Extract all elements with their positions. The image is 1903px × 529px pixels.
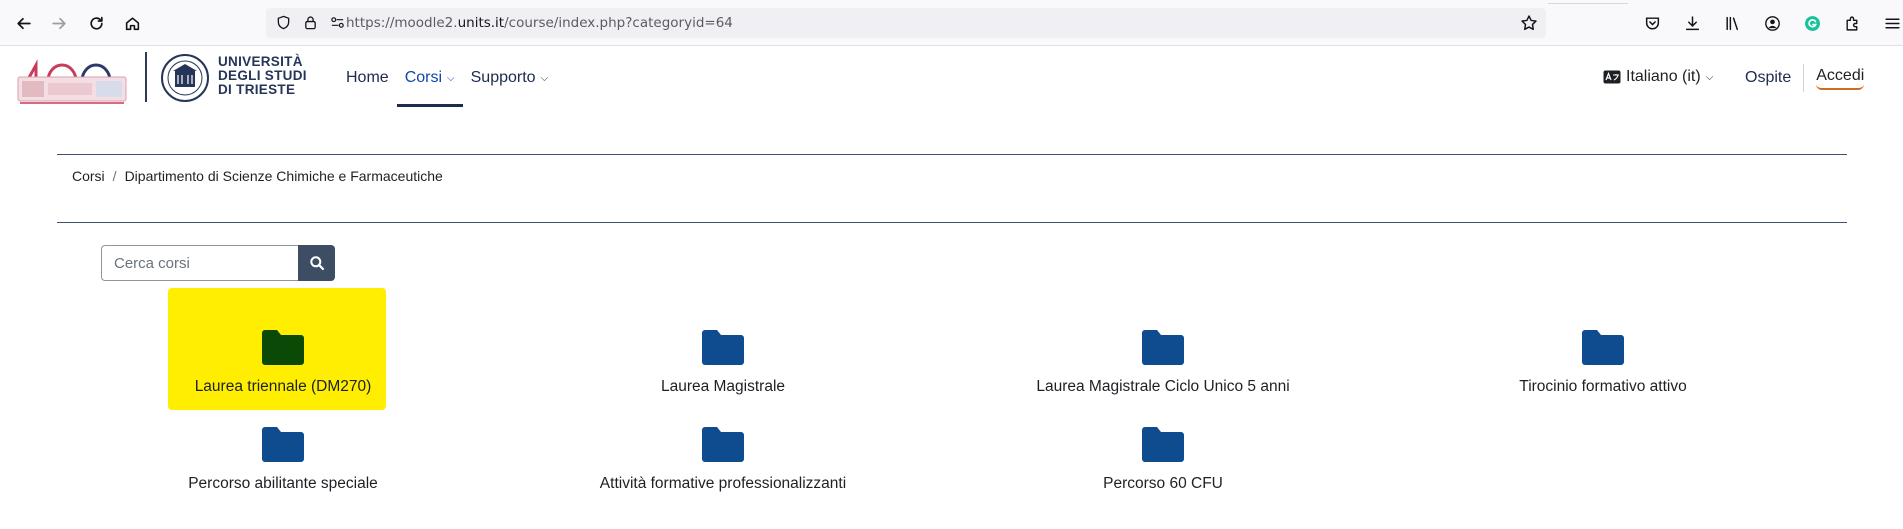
- account-icon: [1764, 15, 1780, 31]
- extensions-button[interactable]: [1841, 12, 1863, 34]
- app-menu-button[interactable]: [1881, 12, 1903, 34]
- centenary-logo-icon[interactable]: [16, 53, 130, 105]
- category-item[interactable]: Percorso abilitante speciale: [133, 424, 433, 493]
- pocket-button[interactable]: [1641, 12, 1663, 34]
- category-item[interactable]: Laurea Magistrale: [573, 327, 873, 396]
- download-icon: [1685, 15, 1699, 30]
- university-name-line: DEGLI STUDI: [218, 68, 307, 83]
- nav-label: Home: [346, 69, 389, 86]
- tab-strip-edge: [1548, 0, 1628, 4]
- university-name-line: DI TRIESTE: [218, 82, 296, 97]
- reload-button[interactable]: [84, 11, 108, 35]
- language-menu[interactable]: Italiano (it) ⌵: [1603, 68, 1713, 86]
- category-item[interactable]: Attività formative professionalizzanti: [573, 424, 873, 493]
- category-item[interactable]: Percorso 60 CFU: [1013, 424, 1313, 493]
- category-label: Laurea triennale (DM270): [194, 378, 372, 395]
- university-name[interactable]: UNIVERSITÀ DEGLI STUDI DI TRIESTE: [218, 55, 307, 97]
- login-area: Ospite Accedi: [1745, 63, 1865, 93]
- category-label: Laurea Magistrale Ciclo Unico 5 anni: [1036, 378, 1290, 395]
- breadcrumb: Corsi / Dipartimento di Scienze Chimiche…: [72, 168, 443, 184]
- folder-icon: [702, 427, 744, 462]
- breadcrumb-current: Dipartimento di Scienze Chimiche e Farma…: [124, 168, 443, 184]
- category-label: Percorso abilitante speciale: [188, 475, 378, 492]
- breadcrumb-divider: [57, 222, 1847, 223]
- nav-home[interactable]: Home: [338, 47, 397, 109]
- folder-icon: [1142, 330, 1184, 365]
- address-bar[interactable]: https://moodle2.units.it/course/index.ph…: [266, 8, 1546, 38]
- university-seal-icon[interactable]: [160, 53, 210, 103]
- arrow-right-icon: [51, 17, 66, 29]
- home-icon: [125, 16, 139, 30]
- category-label: Percorso 60 CFU: [1103, 475, 1223, 492]
- folder-icon: [262, 427, 304, 462]
- university-name-line: UNIVERSITÀ: [218, 54, 303, 69]
- category-label: Laurea Magistrale: [660, 378, 786, 395]
- url-text: https://moodle2.units.it/course/index.ph…: [346, 15, 733, 31]
- folder-icon: [1582, 330, 1624, 365]
- search-button[interactable]: [298, 245, 335, 281]
- breadcrumb-separator: /: [112, 168, 117, 184]
- chevron-down-icon: ⌵: [1705, 71, 1714, 83]
- language-label: Italiano (it): [1626, 68, 1701, 85]
- account-button[interactable]: [1761, 12, 1783, 34]
- pocket-icon: [1645, 16, 1659, 30]
- search-icon: [309, 256, 324, 271]
- lock-icon[interactable]: [303, 15, 318, 30]
- reload-icon: [89, 16, 103, 30]
- login-link[interactable]: Accedi: [1816, 67, 1865, 90]
- url-prefix: https://moodle2.: [346, 15, 458, 31]
- folder-icon: [702, 330, 744, 365]
- bookmark-star-icon[interactable]: [1520, 14, 1538, 32]
- chevron-down-icon: ⌵: [447, 72, 455, 84]
- folder-icon: [1142, 427, 1184, 462]
- guest-label: Ospite: [1745, 64, 1805, 92]
- shield-icon[interactable]: [276, 15, 291, 30]
- language-icon: [1603, 70, 1621, 84]
- nav-label: Corsi: [404, 69, 443, 86]
- downloads-button[interactable]: [1681, 12, 1703, 34]
- primary-navigation: Home Corsi ⌵ Supporto ⌵: [338, 47, 556, 109]
- grammarly-icon: [1804, 15, 1820, 31]
- home-button[interactable]: [120, 11, 144, 35]
- arrow-left-icon: [16, 17, 31, 29]
- category-label: Tirocinio formativo attivo: [1519, 378, 1687, 395]
- category-label: Attività formative professionalizzanti: [599, 475, 847, 492]
- nav-supporto[interactable]: Supporto ⌵: [463, 47, 557, 109]
- browser-toolbar: https://moodle2.units.it/course/index.ph…: [0, 0, 1903, 46]
- forward-button[interactable]: [47, 11, 71, 35]
- permissions-icon[interactable]: [330, 15, 345, 30]
- category-item[interactable]: Laurea Magistrale Ciclo Unico 5 anni: [1013, 327, 1313, 396]
- grammarly-button[interactable]: [1801, 12, 1823, 34]
- hamburger-menu-icon: [1884, 18, 1900, 28]
- category-item[interactable]: Laurea triennale (DM270): [133, 327, 433, 396]
- back-button[interactable]: [11, 11, 35, 35]
- url-host: units.it: [457, 15, 505, 31]
- chevron-down-icon: ⌵: [540, 72, 549, 84]
- logo-separator: [145, 52, 147, 102]
- search-input[interactable]: [101, 245, 298, 281]
- url-path: /course/index.php?categoryid=64: [504, 15, 733, 31]
- site-header: UNIVERSITÀ DEGLI STUDI DI TRIESTE Home C…: [0, 47, 1903, 109]
- library-icon: [1725, 16, 1738, 30]
- folder-icon: [262, 330, 304, 365]
- breadcrumb-link-corsi[interactable]: Corsi: [72, 168, 105, 184]
- puzzle-icon: [1845, 16, 1857, 31]
- nav-corsi[interactable]: Corsi ⌵: [396, 47, 463, 109]
- course-search: [101, 245, 335, 281]
- nav-label: Supporto: [470, 69, 536, 86]
- library-button[interactable]: [1721, 12, 1743, 34]
- page-header-divider: [57, 154, 1847, 155]
- category-item[interactable]: Tirocinio formativo attivo: [1453, 327, 1753, 396]
